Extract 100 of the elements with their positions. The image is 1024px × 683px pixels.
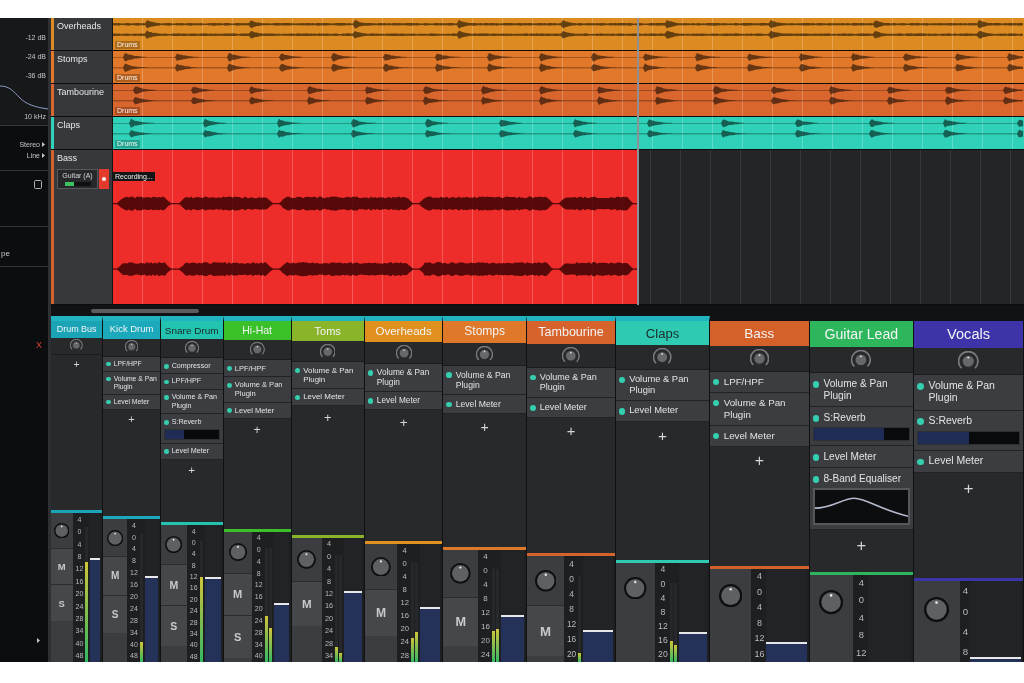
knob-icon[interactable]	[54, 522, 70, 539]
plugin-slot[interactable]: Level Meter	[809, 446, 914, 469]
channel-header: Drum Bus	[51, 321, 103, 338]
scale-label: 4	[858, 613, 864, 624]
plugin-slot[interactable]: Level Meter	[914, 450, 1023, 474]
plugin-slot[interactable]: Volume & Pan Plugin	[710, 392, 809, 426]
mute-button[interactable]: M	[51, 548, 73, 585]
plugin-slot[interactable]: Level Meter	[443, 395, 527, 414]
mute-button[interactable]: M	[103, 556, 128, 595]
plugin-slot[interactable]: S:Reverb	[914, 410, 1023, 451]
knob-icon[interactable]	[653, 347, 672, 367]
knob-icon[interactable]	[851, 349, 872, 370]
send-level-track[interactable]	[163, 429, 220, 440]
knob-icon[interactable]	[184, 341, 199, 356]
plugin-slot[interactable]: Level Meter	[364, 392, 443, 411]
fader-track[interactable]	[273, 531, 289, 662]
fader-track[interactable]	[766, 568, 807, 662]
level-meter-icon	[64, 182, 91, 186]
scale-label: 20	[566, 650, 577, 659]
caret-icon[interactable]	[37, 638, 40, 643]
plugin-slot[interactable]: Volume & Pan Plugin	[364, 364, 443, 393]
add-plugin-button[interactable]: +	[128, 414, 135, 426]
plugin-slot[interactable]: Volume & Pan Plugin	[914, 375, 1023, 411]
remove-button[interactable]: X	[36, 340, 42, 350]
knob-icon[interactable]	[450, 563, 472, 585]
track-name: Stomps	[57, 54, 88, 65]
add-plugin-button[interactable]: +	[856, 536, 867, 554]
plugin-slot[interactable]: Level Meter	[527, 398, 615, 418]
channel-header: Snare Drum	[160, 321, 223, 340]
fader-track[interactable]	[144, 519, 158, 662]
mute-button[interactable]: M	[291, 580, 322, 626]
plugin-slot[interactable]: Level Meter	[710, 425, 809, 447]
knob-icon[interactable]	[719, 583, 743, 607]
knob-icon[interactable]	[297, 549, 317, 569]
knob-icon[interactable]	[624, 576, 647, 600]
fader-track[interactable]	[500, 550, 524, 662]
scale-label: 0	[962, 606, 969, 617]
scale-label: 8	[962, 647, 969, 657]
knob-icon[interactable]	[395, 344, 412, 361]
plugin-slot[interactable]: Volume & Pan Plugin	[809, 373, 914, 408]
fader-track[interactable]	[678, 562, 708, 662]
scrollbar-thumb[interactable]	[91, 308, 199, 313]
add-plugin-button[interactable]: +	[566, 423, 576, 439]
channel-header: Overheads	[364, 321, 443, 343]
solo-button[interactable]: S	[51, 584, 73, 621]
fader-track[interactable]	[344, 537, 362, 662]
send-level-track[interactable]	[812, 426, 911, 442]
solo-button[interactable]: S	[223, 615, 252, 658]
add-plugin-button[interactable]: +	[253, 424, 261, 437]
checkbox[interactable]	[34, 180, 42, 189]
scale-label: 4	[569, 559, 574, 569]
knob-icon[interactable]	[165, 536, 183, 554]
send-level-track[interactable]	[917, 430, 1020, 446]
add-plugin-button[interactable]: +	[963, 480, 974, 498]
knob-icon[interactable]	[228, 543, 247, 562]
plugin-slot[interactable]: LPF/HPF	[710, 371, 809, 393]
knob-icon[interactable]	[320, 343, 336, 359]
plugin-slot[interactable]: Volume & Pan Plugin	[443, 365, 527, 396]
add-plugin-button[interactable]: +	[73, 358, 80, 370]
add-plugin-button[interactable]: +	[754, 453, 764, 469]
add-plugin-button[interactable]: +	[188, 464, 196, 476]
channel-header: Kick Drum	[103, 321, 160, 339]
knob-icon[interactable]	[107, 529, 124, 546]
plugin-slot[interactable]: S:Reverb	[809, 407, 914, 447]
plugin-slot[interactable]: 8-Band Equaliser	[809, 468, 914, 531]
scale-label: 0	[756, 587, 762, 597]
fader-track[interactable]	[204, 525, 221, 662]
fader-track[interactable]	[90, 513, 101, 662]
add-plugin-button[interactable]: +	[658, 427, 667, 444]
knob-icon[interactable]	[924, 597, 950, 623]
scale-label: 0	[858, 596, 864, 606]
mute-button[interactable]: M	[160, 564, 187, 605]
plugin-slot[interactable]: Level Meter	[615, 401, 710, 422]
add-plugin-button[interactable]: +	[323, 411, 332, 425]
record-button[interactable]	[99, 169, 109, 189]
knob-icon[interactable]	[70, 339, 83, 352]
plugin-slot[interactable]: Volume & Pan Plugin	[615, 369, 710, 402]
mute-button[interactable]: M	[364, 589, 398, 636]
add-plugin-button[interactable]: +	[399, 415, 408, 430]
mute-button[interactable]: M	[443, 597, 479, 647]
fader-track[interactable]	[868, 575, 912, 662]
knob-icon[interactable]	[476, 345, 494, 363]
fader-track[interactable]	[970, 581, 1021, 662]
plugin-slot[interactable]: Volume & Pan Plugin	[527, 367, 615, 399]
scale-label: 4	[858, 579, 864, 589]
knob-icon[interactable]	[371, 556, 391, 577]
mute-button[interactable]: M	[527, 605, 564, 657]
knob-icon[interactable]	[562, 346, 580, 365]
track-name: Tambourine	[57, 87, 105, 98]
knob-icon[interactable]	[124, 340, 139, 354]
knob-icon[interactable]	[819, 590, 844, 615]
mute-button[interactable]: M	[223, 572, 252, 616]
fader-track[interactable]	[583, 556, 613, 662]
knob-icon[interactable]	[749, 348, 769, 368]
scale-label: 8	[756, 618, 762, 628]
fader-track[interactable]	[419, 544, 441, 662]
scale-label: 4	[660, 565, 666, 575]
knob-icon[interactable]	[534, 570, 557, 592]
add-plugin-button[interactable]: +	[480, 419, 489, 434]
solo-button[interactable]: S	[103, 594, 128, 634]
